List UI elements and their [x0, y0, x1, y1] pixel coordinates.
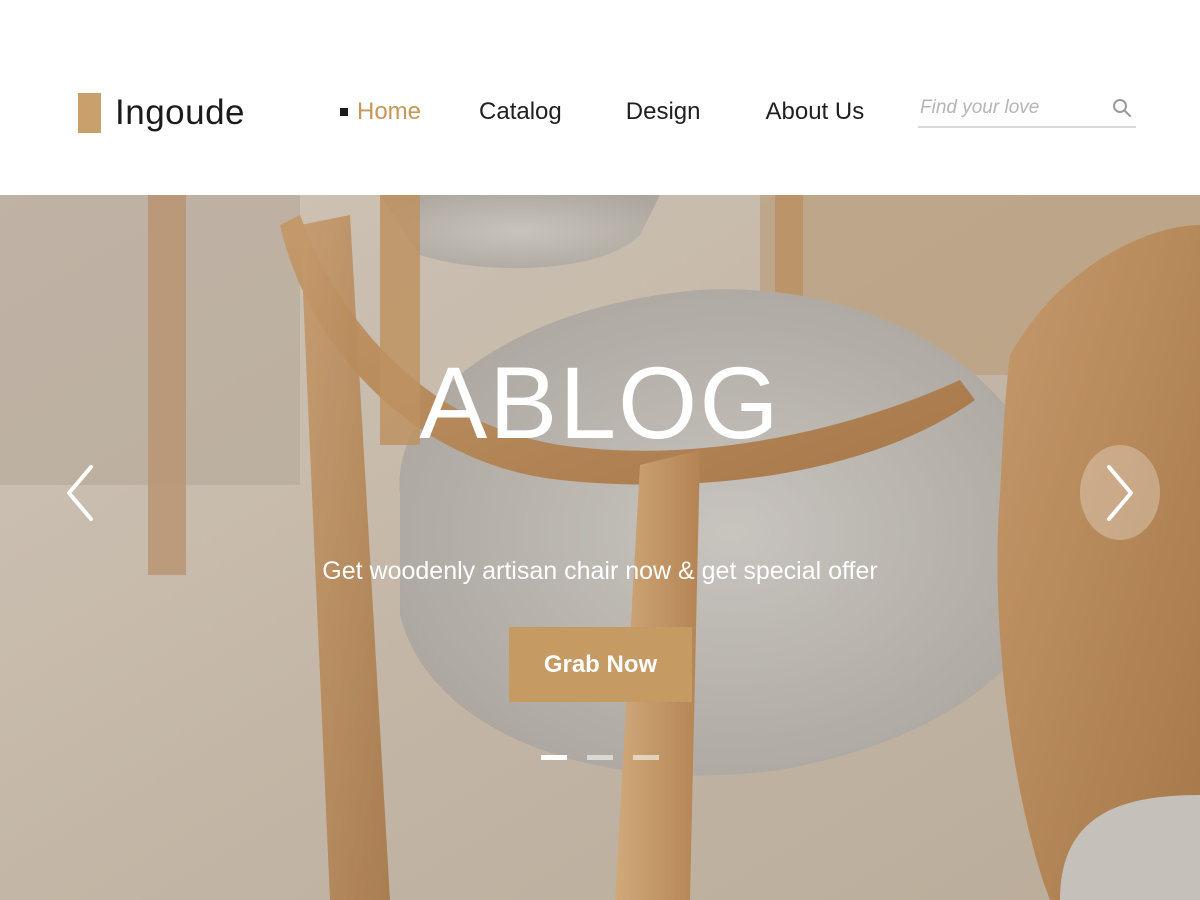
search-input[interactable]: [920, 94, 1100, 122]
slide-dot-2[interactable]: [587, 755, 613, 760]
nav-item-home[interactable]: Home: [340, 96, 421, 128]
grab-now-button[interactable]: Grab Now: [509, 627, 692, 702]
prev-slide-button[interactable]: [52, 453, 108, 533]
nav-item-label: About Us: [765, 98, 865, 125]
hero-subtitle: Get woodenly artisan chair now & get spe…: [322, 557, 878, 585]
main-nav: Home Catalog Design About Us: [340, 96, 864, 128]
nav-item-about-us[interactable]: About Us: [765, 96, 864, 128]
nav-item-label: Design: [625, 98, 701, 125]
nav-item-label: Home: [357, 98, 422, 125]
nav-item-catalog[interactable]: Catalog: [479, 96, 562, 128]
hero-slider: ABLOG Get woodenly artisan chair now & g…: [0, 195, 1200, 900]
nav-item-label: Catalog: [479, 98, 562, 125]
chevron-left-icon: [67, 465, 93, 521]
chevron-right-icon: [1107, 464, 1133, 521]
search-icon[interactable]: [1112, 98, 1132, 118]
nav-item-design[interactable]: Design: [626, 96, 701, 128]
slide-dot-3[interactable]: [633, 755, 659, 760]
site-header: Ingoude Home Catalog Design About Us: [0, 0, 1200, 195]
search-box: [918, 90, 1136, 128]
logo[interactable]: Ingoude: [78, 92, 245, 134]
slide-dot-1[interactable]: [541, 755, 567, 760]
brand-name: Ingoude: [115, 93, 246, 132]
hero-background-image: [0, 195, 1200, 900]
active-indicator-icon: [340, 108, 348, 116]
hero-title: ABLOG: [419, 346, 781, 460]
slide-indicators: [541, 755, 679, 760]
logo-mark: [78, 93, 101, 133]
